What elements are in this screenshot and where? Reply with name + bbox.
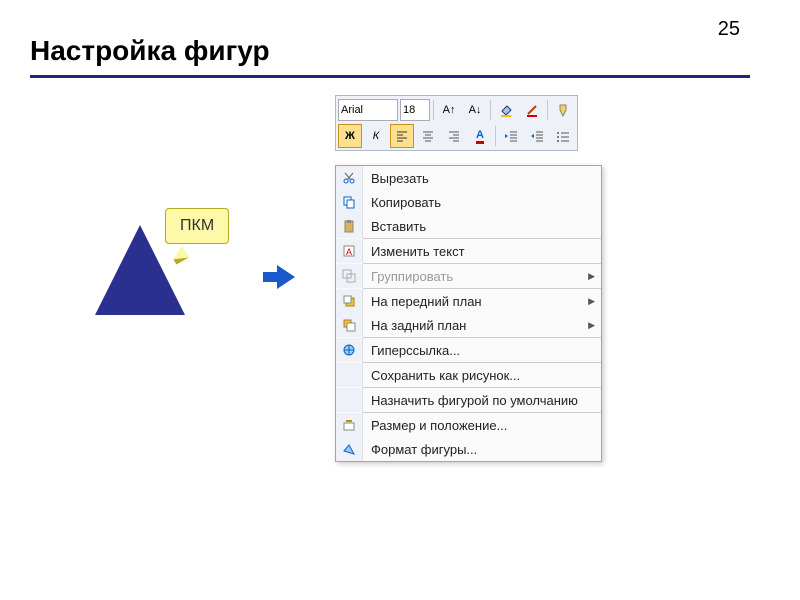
paste-icon: [342, 219, 356, 233]
menu-set-default[interactable]: Назначить фигурой по умолчанию: [336, 388, 601, 412]
grow-font-button[interactable]: A↑: [437, 98, 461, 122]
menu-hyperlink-label: Гиперссылка...: [363, 343, 601, 358]
submenu-arrow-icon: ▶: [588, 320, 601, 331]
italic-button[interactable]: К: [364, 124, 388, 148]
format-icon: [342, 442, 356, 456]
font-color-icon: A: [476, 129, 484, 144]
menu-copy-label: Копировать: [363, 195, 601, 210]
menu-edit-text[interactable]: A Изменить текст: [336, 239, 601, 263]
line-color-button[interactable]: [520, 98, 544, 122]
grow-font-icon: A↑: [443, 104, 456, 116]
menu-size-position-label: Размер и положение...: [363, 418, 601, 433]
shrink-font-icon: A↓: [469, 104, 482, 116]
hyperlink-icon: [342, 343, 356, 357]
align-right-icon: [448, 130, 460, 142]
decrease-indent-button[interactable]: [499, 124, 523, 148]
menu-format-shape-label: Формат фигуры...: [363, 442, 601, 457]
submenu-arrow-icon: ▶: [588, 296, 601, 307]
menu-copy[interactable]: Копировать: [336, 190, 601, 214]
page-title: Настройка фигур: [30, 35, 270, 67]
bold-label: Ж: [345, 130, 355, 142]
font-color-button[interactable]: A: [468, 124, 492, 148]
menu-bring-front-label: На передний план: [363, 294, 588, 309]
menu-set-default-label: Назначить фигурой по умолчанию: [363, 393, 601, 408]
arrow-icon: [277, 265, 295, 289]
send-back-icon: [342, 318, 356, 332]
menu-size-position[interactable]: Размер и положение...: [336, 413, 601, 437]
brush-icon: [556, 103, 570, 117]
bullets-icon: [556, 130, 570, 142]
align-left-button[interactable]: [390, 124, 414, 148]
fill-color-button[interactable]: [494, 98, 518, 122]
menu-hyperlink[interactable]: Гиперссылка...: [336, 338, 601, 362]
align-center-icon: [422, 130, 434, 142]
format-painter-button[interactable]: [551, 98, 575, 122]
pen-icon: [525, 103, 539, 117]
menu-cut-label: Вырезать: [363, 171, 601, 186]
align-center-button[interactable]: [416, 124, 440, 148]
menu-send-back[interactable]: На задний план ▶: [336, 313, 601, 337]
bullets-button[interactable]: [551, 124, 575, 148]
menu-paste[interactable]: Вставить: [336, 214, 601, 238]
mini-toolbar: A↑ A↓ Ж К A: [335, 95, 578, 151]
menu-save-picture-label: Сохранить как рисунок...: [363, 368, 601, 383]
menu-edit-text-label: Изменить текст: [363, 244, 601, 259]
edit-text-icon: A: [342, 244, 356, 258]
scissors-icon: [342, 171, 356, 185]
menu-paste-label: Вставить: [363, 219, 601, 234]
menu-bring-front[interactable]: На передний план ▶: [336, 289, 601, 313]
menu-cut[interactable]: Вырезать: [336, 166, 601, 190]
font-size-select[interactable]: [400, 99, 430, 121]
submenu-arrow-icon: ▶: [588, 271, 601, 282]
menu-group[interactable]: Группировать ▶: [336, 264, 601, 288]
increase-indent-button[interactable]: [525, 124, 549, 148]
align-right-button[interactable]: [442, 124, 466, 148]
menu-group-label: Группировать: [363, 269, 588, 284]
page-number: 25: [718, 18, 740, 41]
svg-text:A: A: [346, 247, 352, 257]
font-name-select[interactable]: [338, 99, 398, 121]
menu-send-back-label: На задний план: [363, 318, 588, 333]
copy-icon: [342, 195, 356, 209]
bucket-icon: [499, 103, 513, 117]
arrow-stem: [263, 272, 277, 282]
callout-label: ПКМ: [165, 208, 229, 244]
outdent-icon: [504, 130, 518, 142]
group-icon: [342, 269, 356, 283]
indent-icon: [530, 130, 544, 142]
align-left-icon: [396, 130, 408, 142]
bold-button[interactable]: Ж: [338, 124, 362, 148]
bring-front-icon: [342, 294, 356, 308]
title-underline: [30, 75, 750, 78]
shrink-font-button[interactable]: A↓: [463, 98, 487, 122]
menu-format-shape[interactable]: Формат фигуры...: [336, 437, 601, 461]
italic-label: К: [373, 130, 379, 142]
size-icon: [342, 418, 356, 432]
context-menu: Вырезать Копировать Вставить A Изменить …: [335, 165, 602, 462]
menu-save-picture[interactable]: Сохранить как рисунок...: [336, 363, 601, 387]
